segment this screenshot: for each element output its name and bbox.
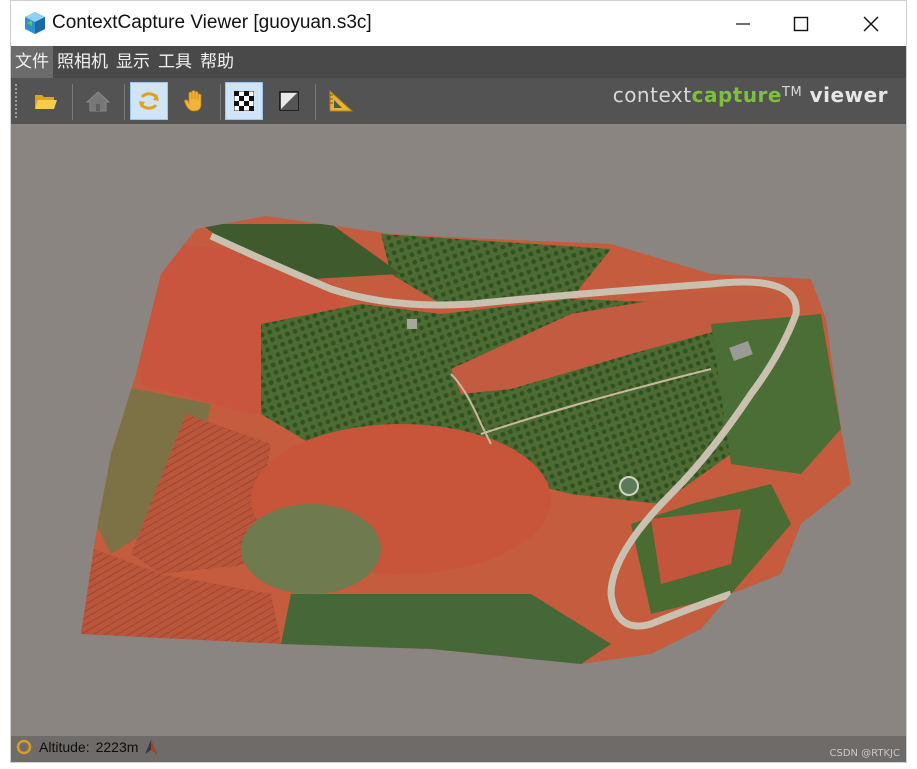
texture-checker-icon [234, 91, 254, 111]
menu-help[interactable]: 帮助 [196, 46, 238, 78]
menu-bar: 文件 照相机 显示 工具 帮助 [11, 46, 906, 78]
close-icon [863, 16, 879, 31]
shading-icon [279, 91, 299, 111]
shading-button[interactable] [270, 82, 308, 120]
maximize-button[interactable] [770, 1, 832, 46]
brand-logo: contextcaptureTM viewer [613, 83, 888, 107]
measure-ruler-icon [329, 90, 353, 112]
menu-tools[interactable]: 工具 [154, 46, 196, 78]
home-button[interactable] [79, 82, 117, 120]
watermark-text: CSDN @RTKJC [829, 748, 900, 759]
app-logo-icon [25, 12, 45, 34]
maximize-icon [793, 16, 809, 31]
orchard-3d-model [81, 216, 851, 664]
globe-icon [16, 739, 32, 755]
3d-viewport[interactable] [11, 124, 906, 736]
toolbar-grip[interactable] [15, 84, 17, 118]
toolbar: contextcaptureTM viewer [11, 78, 906, 124]
brand-accent: capture [691, 83, 782, 107]
toolbar-separator [124, 84, 125, 120]
minimize-icon [736, 22, 750, 25]
open-folder-icon [35, 95, 57, 109]
app-window: ContextCapture Viewer [guoyuan.s3c] 文件 照… [10, 0, 907, 763]
altitude-label: Altitude: [39, 739, 90, 755]
pan-button[interactable] [175, 82, 213, 120]
brand-suffix: viewer [802, 83, 888, 107]
minimize-button[interactable] [712, 1, 774, 46]
menu-display[interactable]: 显示 [112, 46, 154, 78]
toolbar-separator [220, 84, 221, 120]
menu-file[interactable]: 文件 [11, 46, 53, 78]
toolbar-separator [315, 84, 316, 120]
orbit-icon [139, 92, 159, 110]
pan-hand-icon [184, 90, 202, 112]
open-button[interactable] [27, 82, 65, 120]
brand-prefix: context [612, 83, 692, 107]
menu-camera[interactable]: 照相机 [53, 46, 112, 78]
texture-button[interactable] [225, 82, 263, 120]
close-button[interactable] [840, 1, 902, 46]
compass-arrow-icon [145, 740, 158, 754]
title-bar: ContextCapture Viewer [guoyuan.s3c] [11, 1, 906, 46]
brand-tm: TM [782, 85, 803, 100]
window-title: ContextCapture Viewer [guoyuan.s3c] [52, 12, 372, 33]
orbit-button[interactable] [130, 82, 168, 120]
altitude-value: 2223m [95, 739, 139, 755]
measure-button[interactable] [322, 82, 360, 120]
status-bar: Altitude: 2223m CSDN @RTKJC [11, 736, 906, 762]
home-icon [86, 91, 110, 112]
toolbar-separator [72, 84, 73, 120]
